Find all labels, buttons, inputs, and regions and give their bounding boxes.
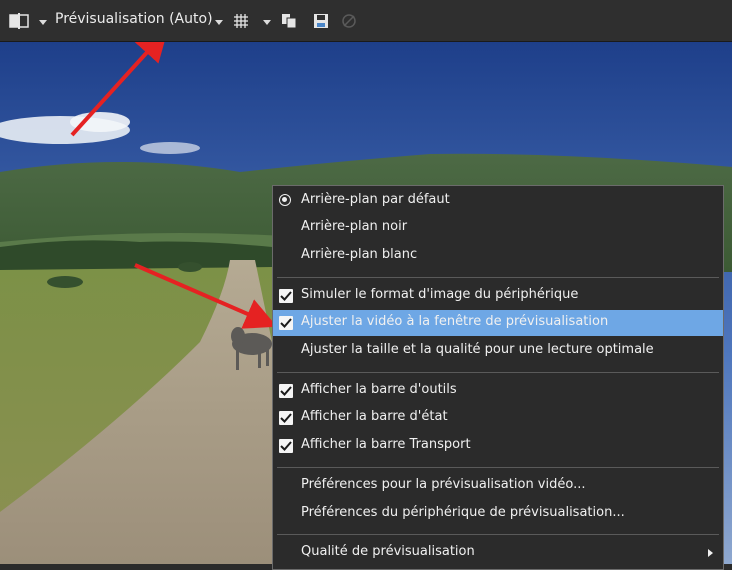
menu-item-black-background[interactable]: Arrière-plan noir: [273, 215, 723, 241]
menu-item-default-background[interactable]: Arrière-plan par défaut: [273, 188, 723, 214]
chevron-right-icon: [708, 549, 713, 557]
menu-separator: [277, 534, 719, 535]
preview-context-menu: Arrière-plan par défaut Arrière-plan noi…: [272, 185, 724, 570]
checkmark-icon: [279, 289, 293, 303]
menu-separator: [277, 467, 719, 468]
menu-item-device-preferences[interactable]: Préférences du périphérique de prévisual…: [273, 501, 723, 527]
preview-quality-label[interactable]: Prévisualisation (Auto): [55, 11, 213, 27]
chevron-down-icon[interactable]: [214, 18, 224, 26]
menu-item-label: Arrière-plan blanc: [301, 247, 418, 262]
menu-item-simulate-aspect[interactable]: Simuler le format d'image du périphériqu…: [273, 283, 723, 309]
menu-item-white-background[interactable]: Arrière-plan blanc: [273, 243, 723, 269]
menu-item-label: Simuler le format d'image du périphériqu…: [301, 287, 579, 302]
menu-separator: [277, 372, 719, 373]
menu-item-label: Afficher la barre d'état: [301, 409, 448, 424]
external-monitor-icon: [340, 12, 358, 30]
copy-frame-icon[interactable]: [280, 12, 298, 30]
arrow-to-menu-item: [134, 263, 278, 329]
checkmark-icon: [279, 411, 293, 425]
menu-item-preview-quality[interactable]: Qualité de prévisualisation: [273, 540, 723, 566]
menu-item-label: Afficher la barre d'outils: [301, 382, 457, 397]
menu-separator: [277, 277, 719, 278]
checkmark-icon: [279, 316, 293, 330]
menu-item-video-preferences[interactable]: Préférences pour la prévisualisation vid…: [273, 473, 723, 499]
preview-toolbar: Prévisualisation (Auto): [0, 0, 732, 42]
menu-item-show-statusbar[interactable]: Afficher la barre d'état: [273, 405, 723, 431]
menu-item-label: Ajuster la taille et la qualité pour une…: [301, 342, 654, 357]
arrow-to-title: [70, 42, 169, 137]
checkmark-icon: [279, 439, 293, 453]
menu-item-label: Ajuster la vidéo à la fenêtre de prévisu…: [301, 314, 609, 329]
grid-icon[interactable]: [232, 12, 250, 30]
radio-selected-icon: [279, 194, 291, 206]
menu-item-adjust-quality[interactable]: Ajuster la taille et la qualité pour une…: [273, 338, 723, 364]
chevron-down-icon[interactable]: [38, 18, 48, 26]
checkmark-icon: [279, 384, 293, 398]
chevron-down-icon[interactable]: [262, 18, 272, 26]
menu-item-label: Préférences pour la prévisualisation vid…: [301, 477, 586, 492]
menu-item-label: Arrière-plan noir: [301, 219, 408, 234]
split-view-icon[interactable]: [8, 12, 30, 30]
menu-item-show-toolbar[interactable]: Afficher la barre d'outils: [273, 378, 723, 404]
menu-item-label: Qualité de prévisualisation: [301, 544, 475, 559]
menu-item-label: Arrière-plan par défaut: [301, 192, 450, 207]
menu-item-label: Préférences du périphérique de prévisual…: [301, 505, 625, 520]
menu-item-show-transport[interactable]: Afficher la barre Transport: [273, 433, 723, 459]
menu-item-fit-video[interactable]: Ajuster la vidéo à la fenêtre de prévisu…: [273, 310, 723, 336]
save-snapshot-icon[interactable]: [312, 12, 330, 30]
menu-item-label: Afficher la barre Transport: [301, 437, 471, 452]
